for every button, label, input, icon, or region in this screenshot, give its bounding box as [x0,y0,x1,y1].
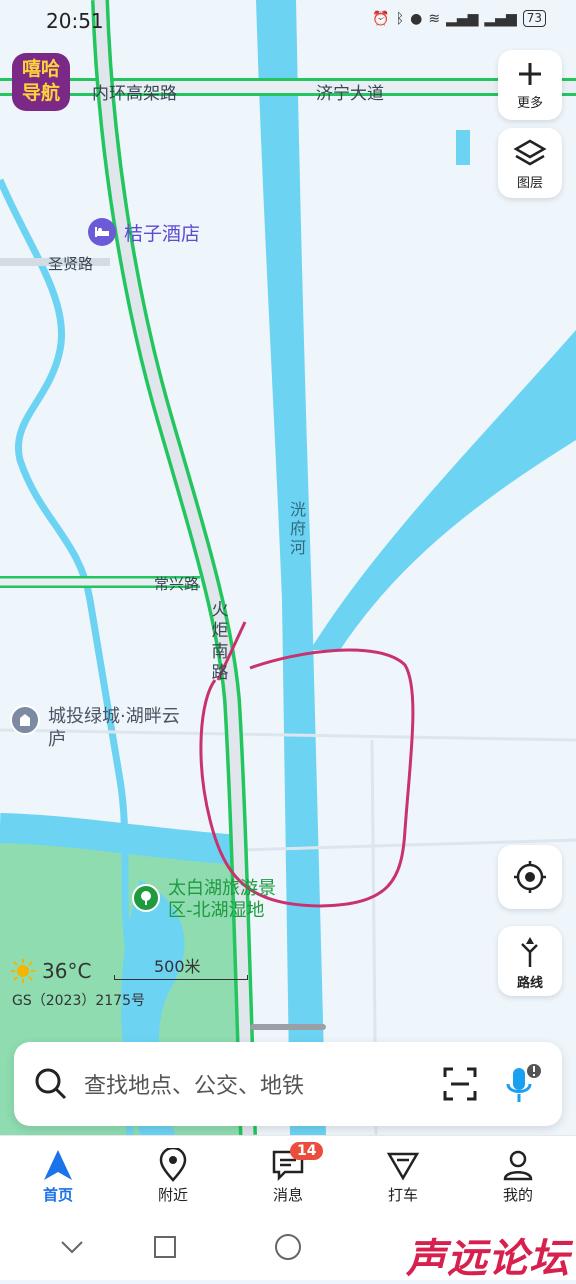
route-button[interactable]: 路线 [498,926,562,996]
app-logo[interactable]: 嘻哈 导航 [12,53,70,111]
sun-icon [11,959,35,983]
poi-park[interactable]: 太白湖旅游景区-北湖湿地 [132,878,298,922]
drag-handle[interactable] [250,1024,326,1030]
road-label-changxing: 常兴路 [154,575,200,593]
road-label-jining: 济宁大道 [316,84,384,104]
poi-hotel[interactable]: 桔子酒店 [88,218,200,246]
user-icon [503,1150,533,1181]
river-label-guangfu: 洸府河 [289,500,306,557]
tab-taxi[interactable]: 打车 [363,1148,443,1205]
navigation-arrow-icon [44,1150,72,1180]
road-label-inner-ring: 内环高架路 [92,84,177,104]
hotel-icon [88,218,116,246]
battery-icon: 73 [522,10,546,27]
temperature: 36°C [42,959,92,983]
search-bar[interactable]: 查找地点、公交、地铁 [14,1042,562,1126]
scan-icon[interactable] [443,1067,477,1101]
bluetooth-icon: ᛒ [395,10,405,27]
road-label-shengxian: 圣贤路 [48,255,94,273]
locate-button[interactable] [498,845,562,909]
layers-icon [513,139,547,166]
alarm-icon: ⏰ [372,10,390,27]
layers-button[interactable]: 图层 [498,128,562,198]
search-input[interactable]: 查找地点、公交、地铁 [84,1068,304,1100]
wifi-icon: ≋ [428,10,441,27]
status-time: 20:51 [46,9,104,33]
scale-bar [114,975,248,980]
road-label-huoju: 火炬南路 [211,600,229,683]
poi-residence-label: 城投绿城·湖畔云庐 [48,706,180,750]
bottom-tab-bar: 首页 附近 消息 14 打车 我的 [0,1135,576,1216]
taxi-icon [386,1152,420,1181]
weather-widget[interactable]: 36°C [10,958,91,984]
signal-icon-2: ▂▄▆ [484,10,517,27]
poi-hotel-label: 桔子酒店 [124,222,201,245]
location-pin-icon [159,1148,187,1182]
home-circle-icon[interactable] [274,1233,302,1261]
map-scale: 500米 [114,955,248,981]
signal-icon: ▂▄▆ [446,10,479,27]
building-icon [10,705,40,735]
more-button[interactable]: 更多 [498,50,562,120]
plus-icon [519,63,541,85]
location-icon: ● [410,10,423,27]
back-icon[interactable] [60,1240,84,1254]
watermark: 声远论坛 [406,1236,570,1282]
river-top-right [456,130,470,165]
poi-residence[interactable]: 城投绿城·湖畔云庐 [10,705,188,751]
status-bar: 20:51 ⏰ ᛒ ● ≋ ▂▄▆ ▂▄▆ 73 [0,0,576,42]
recents-icon[interactable] [153,1235,177,1259]
crosshair-icon [514,861,546,893]
tab-profile[interactable]: 我的 [478,1148,558,1205]
voice-icon[interactable] [504,1062,544,1106]
route-arrow-icon [521,937,538,967]
tab-home[interactable]: 首页 [18,1148,98,1205]
scale-label: 500米 [154,957,201,976]
poi-park-label: 太白湖旅游景区-北湖湿地 [168,878,276,921]
search-icon [35,1068,67,1100]
tree-icon [132,884,160,912]
message-badge: 14 [290,1142,324,1160]
tab-nearby[interactable]: 附近 [133,1148,213,1205]
tab-messages[interactable]: 消息 14 [248,1142,328,1205]
map-license: GS（2023）2175号 [12,993,145,1009]
